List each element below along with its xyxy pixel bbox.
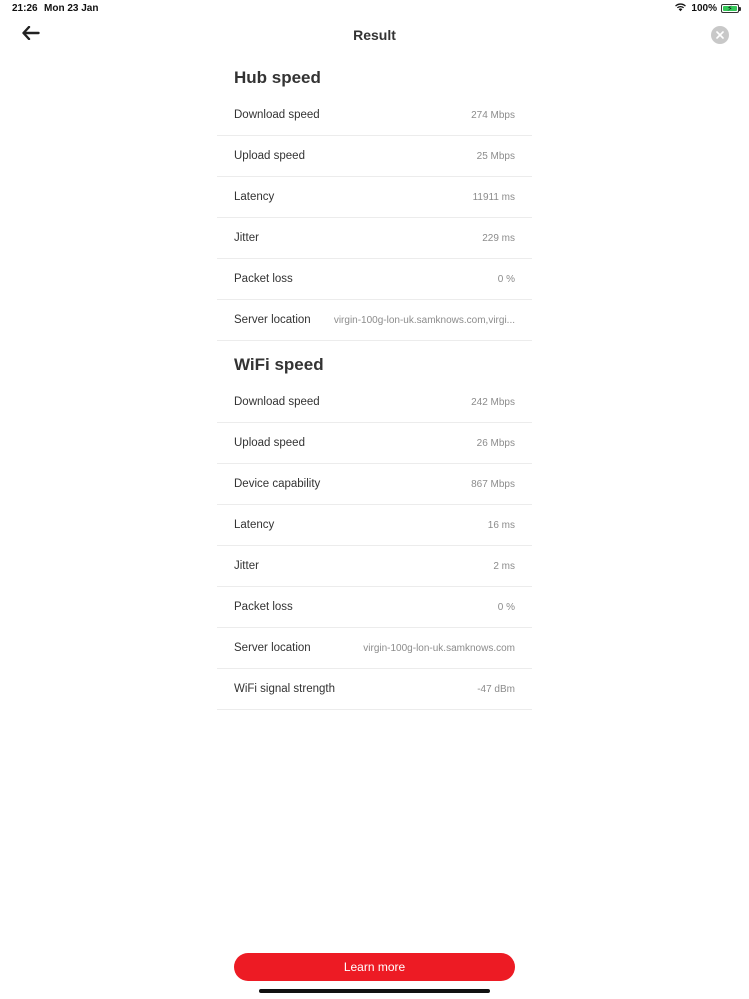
close-button[interactable] <box>711 26 729 44</box>
row-value: 26 Mbps <box>476 437 515 449</box>
result-row: Download speed 274 Mbps <box>217 95 532 136</box>
row-label: Jitter <box>234 232 259 244</box>
row-label: Packet loss <box>234 273 293 285</box>
learn-more-button[interactable]: Learn more <box>234 953 515 981</box>
row-label: Device capability <box>234 478 321 490</box>
result-screen: 21:26 Mon 23 Jan 100% ⚡ Result Hub speed… <box>0 0 749 999</box>
row-label: Latency <box>234 519 275 531</box>
row-value: 0 % <box>497 601 515 613</box>
row-label: Server location <box>234 642 311 654</box>
result-row: Packet loss 0 % <box>217 259 532 300</box>
status-time: 21:26 <box>12 3 38 14</box>
row-label: Server location <box>234 314 311 326</box>
status-indicators: 100% ⚡ <box>674 2 741 15</box>
result-row: Server location virgin-100g-lon-uk.samkn… <box>217 300 532 341</box>
row-value: 11911 ms <box>472 191 515 203</box>
hub-speed-section: Hub speed Download speed 274 Mbps Upload… <box>217 60 532 341</box>
row-value: virgin-100g-lon-uk.samknows.com <box>363 642 515 654</box>
result-row: Latency 16 ms <box>217 505 532 546</box>
row-value: virgin-100g-lon-uk.samknows.com,virgi... <box>333 314 515 326</box>
row-label: WiFi signal strength <box>234 683 335 695</box>
result-row: Latency 11911 ms <box>217 177 532 218</box>
row-value: 274 Mbps <box>471 109 515 121</box>
section-title-hub-speed: Hub speed <box>234 68 321 87</box>
results-content: Hub speed Download speed 274 Mbps Upload… <box>217 60 532 710</box>
result-row: Upload speed 25 Mbps <box>217 136 532 177</box>
row-label: Upload speed <box>234 150 305 162</box>
row-value: 25 Mbps <box>476 150 515 162</box>
close-icon <box>716 26 724 44</box>
wifi-icon <box>674 2 687 15</box>
result-row: Jitter 229 ms <box>217 218 532 259</box>
battery-charging-icon: ⚡ <box>721 4 741 13</box>
result-row: Jitter 2 ms <box>217 546 532 587</box>
row-value: 867 Mbps <box>471 478 515 490</box>
row-label: Upload speed <box>234 437 305 449</box>
result-row: Server location virgin-100g-lon-uk.samkn… <box>217 628 532 669</box>
result-row: Download speed 242 Mbps <box>217 382 532 423</box>
page-title: Result <box>353 27 396 43</box>
row-label: Download speed <box>234 396 320 408</box>
section-title-wifi-speed: WiFi speed <box>234 355 324 374</box>
wifi-speed-section: WiFi speed Download speed 242 Mbps Uploa… <box>217 347 532 710</box>
row-value: 0 % <box>497 273 515 285</box>
status-bar: 21:26 Mon 23 Jan 100% ⚡ <box>0 0 749 18</box>
status-date: Mon 23 Jan <box>44 3 99 14</box>
result-row: WiFi signal strength -47 dBm <box>217 669 532 710</box>
row-value: 16 ms <box>487 519 515 531</box>
nav-bar: Result <box>0 18 749 54</box>
row-value: -47 dBm <box>477 683 515 695</box>
row-label: Latency <box>234 191 275 203</box>
result-row: Device capability 867 Mbps <box>217 464 532 505</box>
row-value: 229 ms <box>482 232 515 244</box>
row-label: Download speed <box>234 109 320 121</box>
row-value: 2 ms <box>493 560 515 572</box>
row-value: 242 Mbps <box>471 396 515 408</box>
row-label: Jitter <box>234 560 259 572</box>
battery-percentage: 100% <box>691 3 717 14</box>
result-row: Upload speed 26 Mbps <box>217 423 532 464</box>
row-label: Packet loss <box>234 601 293 613</box>
home-indicator[interactable] <box>259 989 490 993</box>
result-row: Packet loss 0 % <box>217 587 532 628</box>
